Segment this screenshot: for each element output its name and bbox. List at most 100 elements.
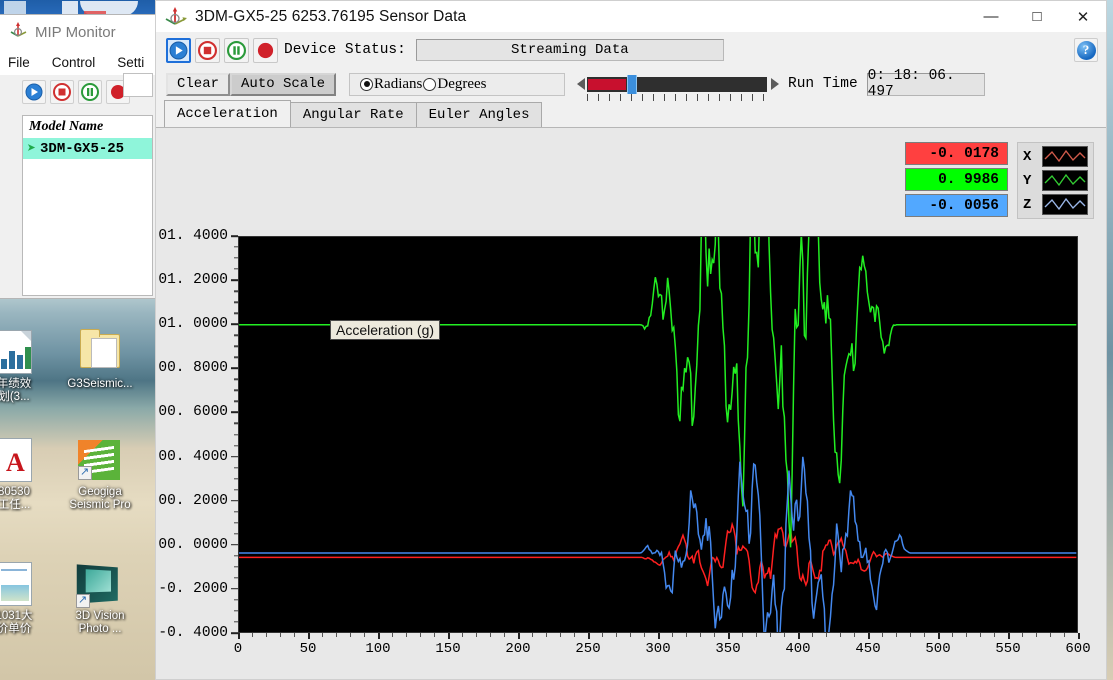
x-minor-tick	[434, 633, 435, 637]
x-tick-mark	[798, 633, 800, 639]
window-controls[interactable]: — □ ✕	[968, 1, 1106, 32]
pause-button[interactable]	[224, 38, 249, 63]
legend-keys[interactable]: X Y Z	[1017, 142, 1094, 219]
y-tick-label: 01. 4000	[158, 228, 228, 244]
legend-swatch-x[interactable]	[1042, 146, 1088, 167]
mip-table-cell-model: 3DM-GX5-25	[40, 141, 124, 157]
x-minor-tick	[896, 633, 897, 637]
close-button[interactable]: ✕	[1060, 1, 1106, 32]
y-tick-label: 00. 6000	[158, 404, 228, 420]
x-minor-tick	[924, 633, 925, 637]
help-icon[interactable]: ?	[1074, 38, 1098, 62]
x-tick-mark	[378, 633, 380, 639]
x-minor-tick	[476, 633, 477, 637]
toolbar-primary[interactable]: Device Status: Streaming Data ?	[156, 32, 1106, 68]
x-minor-tick	[490, 633, 491, 637]
tab-euler-angles[interactable]: Euler Angles	[416, 102, 543, 127]
x-minor-tick	[266, 633, 267, 637]
scroll-right-icon[interactable]	[771, 78, 779, 90]
clear-button[interactable]: Clear	[166, 73, 230, 96]
axes-3d-icon	[8, 20, 28, 45]
x-minor-tick	[770, 633, 771, 637]
legend-swatch-y[interactable]	[1042, 170, 1088, 191]
scrollbar-thumb[interactable]	[627, 75, 637, 94]
x-minor-tick	[756, 633, 757, 637]
auto-scale-button[interactable]: Auto Scale	[230, 73, 336, 96]
units-radio-group[interactable]: Radians Degrees	[349, 73, 565, 96]
mip-monitor-window[interactable]: MIP Monitor File Control Setti Model Nam…	[0, 14, 156, 299]
x-minor-tick	[700, 633, 701, 637]
legend-value-x: -0. 0178	[905, 142, 1008, 165]
scrollbar-track[interactable]	[587, 77, 767, 92]
desktop-icon-g3seismic[interactable]: G3Seismic...	[52, 330, 148, 391]
record-button[interactable]	[253, 38, 278, 63]
mip-table-row[interactable]: ➤ 3DM-GX5-25	[23, 138, 152, 159]
y-tick-mark	[231, 368, 238, 370]
desktop-right-edge	[1107, 0, 1113, 680]
plot-svg	[239, 237, 1077, 632]
mip-model-table[interactable]: Model Name ➤ 3DM-GX5-25	[22, 115, 153, 296]
x-tick-mark	[448, 633, 450, 639]
radians-radio[interactable]	[360, 78, 373, 91]
mip-start-button[interactable]	[22, 80, 46, 104]
desktop-icon-3d-vision[interactable]: 3D VisionPhoto ...	[52, 562, 148, 636]
x-minor-tick	[840, 633, 841, 637]
x-tick-label: 450	[855, 641, 880, 657]
mip-pause-button[interactable]	[78, 80, 102, 104]
start-button[interactable]	[166, 38, 191, 63]
degrees-radio[interactable]	[423, 78, 436, 91]
y-tick-mark	[231, 235, 238, 237]
x-minor-tick	[322, 633, 323, 637]
y-tick-mark	[231, 279, 238, 281]
x-minor-tick	[980, 633, 981, 637]
legend-values: -0. 0178 0. 9986 -0. 0056	[905, 142, 1008, 219]
maximize-button[interactable]: □	[1014, 1, 1060, 32]
y-tick-mark	[231, 412, 238, 414]
time-scrollbar[interactable]	[577, 77, 779, 92]
x-minor-tick	[294, 633, 295, 637]
sensor-data-window[interactable]: 3DM-GX5-25 6253.76195 Sensor Data — □ ✕ …	[155, 0, 1107, 680]
x-minor-tick	[546, 633, 547, 637]
desktop-icon-label: GeogigaSeismic Pro	[52, 486, 148, 512]
mip-menu-settings[interactable]: Setti	[117, 55, 144, 70]
stop-button[interactable]	[195, 38, 220, 63]
tabstrip[interactable]: Acceleration Angular Rate Euler Angles	[156, 100, 1106, 128]
legend-swatch-z[interactable]	[1042, 194, 1088, 215]
x-minor-tick	[630, 633, 631, 637]
y-tick-label: -0. 4000	[158, 625, 228, 641]
window-title: 3DM-GX5-25 6253.76195 Sensor Data	[195, 8, 466, 26]
scroll-left-icon[interactable]	[577, 78, 585, 90]
mip-stop-button[interactable]	[50, 80, 74, 104]
legend: -0. 0178 0. 9986 -0. 0056 X Y	[905, 142, 1094, 219]
x-minor-tick	[406, 633, 407, 637]
mip-title-text: MIP Monitor	[35, 24, 116, 41]
x-minor-tick	[686, 633, 687, 637]
legend-key-z[interactable]: Z	[1023, 194, 1088, 215]
acceleration-panel: -0. 0178 0. 9986 -0. 0056 X Y	[156, 128, 1106, 679]
y-tick-mark	[231, 500, 238, 502]
minimize-button[interactable]: —	[968, 1, 1014, 32]
x-minor-tick	[532, 633, 533, 637]
legend-key-y[interactable]: Y	[1023, 170, 1088, 191]
tab-acceleration[interactable]: Acceleration	[164, 100, 291, 127]
desktop-icon-geogiga[interactable]: GeogigaSeismic Pro	[52, 438, 148, 512]
x-tick-label: 500	[925, 641, 950, 657]
toolbar-secondary[interactable]: Clear Auto Scale Radians Degrees Run Tim…	[156, 68, 1106, 100]
run-time-value: 0: 18: 06. 497	[867, 73, 985, 96]
x-minor-tick	[1022, 633, 1023, 637]
plot-area[interactable]	[238, 236, 1078, 633]
x-minor-tick	[616, 633, 617, 637]
mip-menu-file[interactable]: File	[8, 55, 30, 70]
tab-angular-rate[interactable]: Angular Rate	[290, 102, 417, 127]
mip-menubar[interactable]: File Control Setti	[0, 49, 155, 75]
titlebar[interactable]: 3DM-GX5-25 6253.76195 Sensor Data — □ ✕	[156, 1, 1106, 32]
legend-value-y: 0. 9986	[905, 168, 1008, 191]
mip-menu-control[interactable]: Control	[52, 55, 96, 70]
x-minor-tick	[504, 633, 505, 637]
scrollbar-fill	[588, 79, 626, 90]
y-tick-mark	[231, 323, 238, 325]
y-tick-mark	[231, 632, 238, 634]
x-minor-tick	[812, 633, 813, 637]
legend-key-x[interactable]: X	[1023, 146, 1088, 167]
desktop-icon-label: G3Seismic...	[52, 378, 148, 391]
